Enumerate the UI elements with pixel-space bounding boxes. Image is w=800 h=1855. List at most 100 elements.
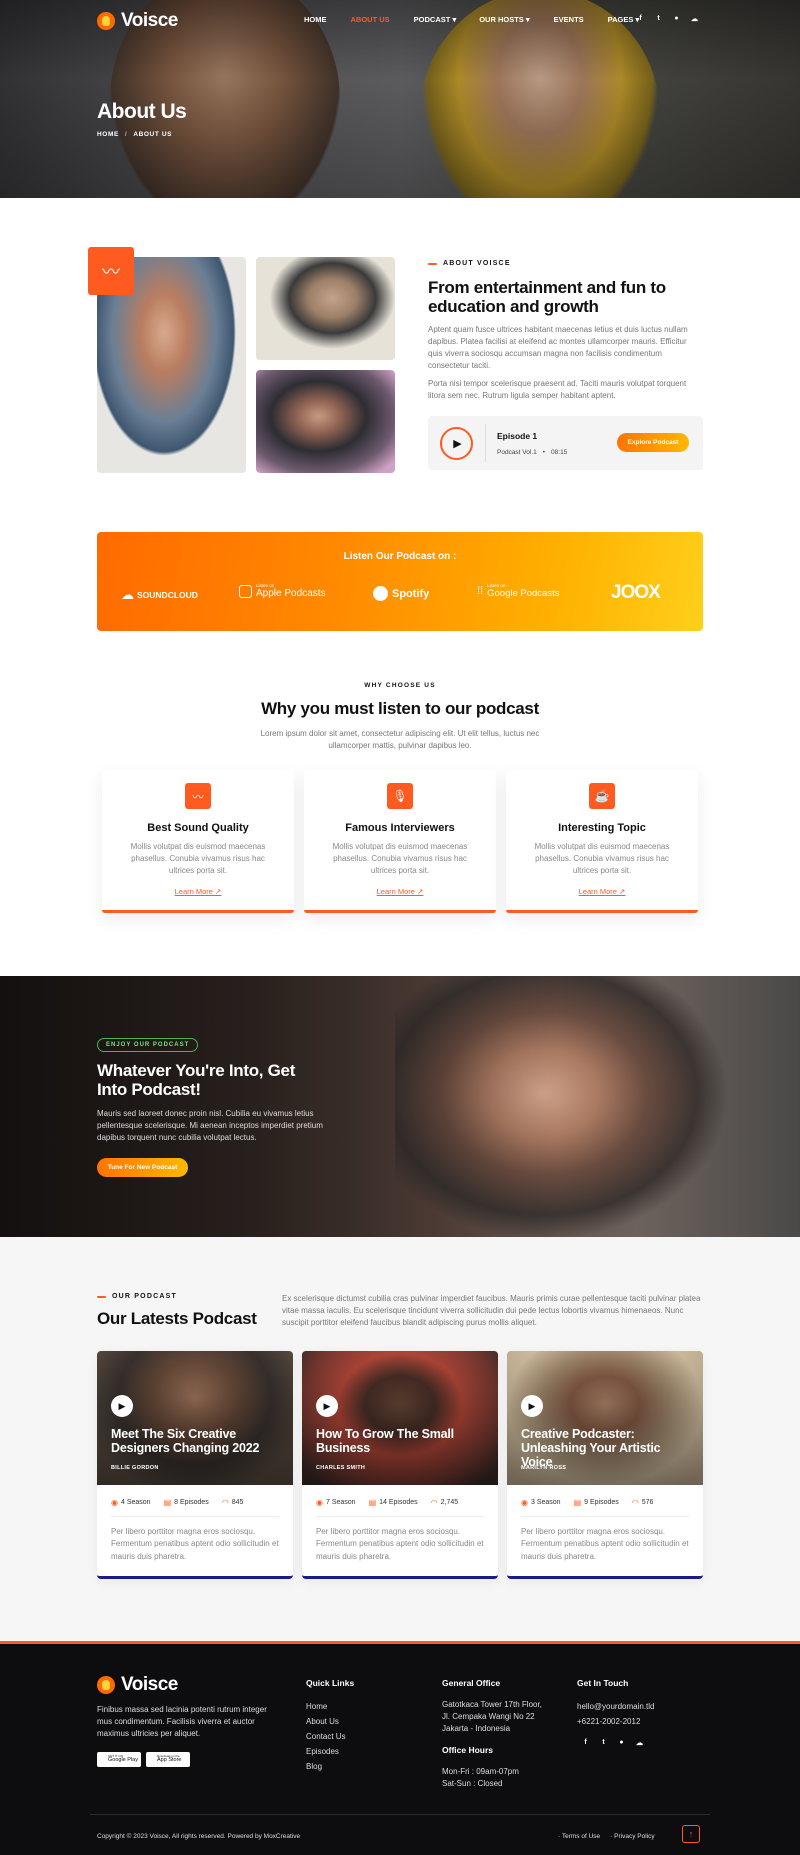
contact-phone[interactable]: +6221-2002-2012 — [577, 1714, 655, 1729]
platform-soundcloud[interactable]: ☁ SOUNDCLOUD — [121, 587, 198, 603]
card-divider — [316, 1516, 484, 1517]
podcast-card[interactable]: ▶ Meet The Six Creative Designers Changi… — [97, 1351, 293, 1579]
legal-links: · Terms of Use · Privacy Policy — [558, 1833, 655, 1840]
feature-text: Mollis volutpat dis euismod maecenas pha… — [534, 842, 670, 875]
footer-about: Finibus massa sed lacinia potenti rutrum… — [97, 1705, 267, 1738]
play-button[interactable]: ▶ — [111, 1395, 133, 1417]
twitter-icon[interactable]: t — [654, 14, 663, 23]
play-button[interactable]: ▶ — [521, 1395, 543, 1417]
play-icon: ▶ — [453, 438, 462, 450]
terms-link[interactable]: · Terms of Use — [558, 1833, 600, 1840]
host-woman-studio-image — [256, 370, 395, 473]
platform-google-podcasts[interactable]: ⁞⁞ Listen on Google Podcasts — [477, 583, 559, 598]
soundcloud-icon[interactable]: ☁ — [635, 1738, 644, 1747]
soundwave-icon: 〰 — [102, 262, 120, 282]
platform-spotify[interactable]: Spotify — [373, 586, 429, 601]
site-logo[interactable]: Voisce — [97, 10, 178, 32]
nav-item-about-us[interactable]: ABOUT US — [351, 15, 390, 24]
quick-links-title: Quick Links — [306, 1678, 355, 1688]
podcast-icon: ◉ — [316, 1498, 323, 1507]
play-icon: ▶ — [323, 1400, 331, 1411]
office-hours-line: Mon-Fri : 09am-07pm — [442, 1767, 519, 1776]
soundwave-icon: 〰 — [185, 783, 211, 809]
podcast-meta: ◉ 4 Season ▤ 8 Episodes ◠ 845 — [111, 1498, 243, 1507]
app-store-badge[interactable]: Download on the App Store — [146, 1752, 190, 1767]
podcast-title[interactable]: Meet The Six Creative Designers Changing… — [111, 1427, 281, 1455]
why-label: WHY CHOOSE US — [364, 682, 436, 689]
podcast-description: Per libero porttitor magna eros sociosqu… — [111, 1527, 279, 1561]
twitter-icon[interactable]: t — [599, 1738, 608, 1747]
episode-player: ▶ Episode 1 Podcast Vol.1 • 08:15 Explor… — [428, 416, 703, 470]
nav-item-home[interactable]: HOME — [304, 15, 327, 24]
nav-item-our-hosts[interactable]: OUR HOSTS ▾ — [479, 15, 529, 24]
episodes-icon: ▤ — [163, 1498, 172, 1507]
platform-name: Apple Podcasts — [256, 587, 326, 599]
play-button[interactable]: ▶ — [316, 1395, 338, 1417]
apple-podcasts-icon — [239, 584, 252, 598]
platform-name: Spotify — [392, 587, 430, 600]
header-socials: f t ● ☁ — [636, 14, 699, 23]
terms-label: Terms of Use — [561, 1833, 601, 1840]
logo-text: Voisce — [121, 10, 178, 31]
podcast-card[interactable]: ▶ Creative Podcaster: Unleashing Your Ar… — [507, 1351, 703, 1579]
headphones-icon: ◠ — [430, 1498, 438, 1507]
nav-item-events[interactable]: EVENTS — [554, 15, 584, 24]
nav-label: OUR HOSTS — [479, 15, 524, 24]
why-description: Lorem ipsum dolor sit amet, consectetur … — [260, 729, 540, 750]
platform-name: SOUNDCLOUD — [137, 590, 198, 600]
store-name: Google Play — [108, 1757, 138, 1764]
microphone-icon: 🎙 — [387, 783, 413, 809]
google-play-badge[interactable]: GET IT ON Google Play — [97, 1752, 141, 1767]
feature-text: Mollis volutpat dis euismod maecenas pha… — [130, 842, 266, 875]
season-count: ◉ 7 Season — [316, 1498, 356, 1507]
learn-more-link[interactable]: Learn More ↗ — [304, 887, 496, 896]
play-button[interactable]: ▶ — [440, 427, 473, 460]
platform-apple-podcasts[interactable]: Listen on Apple Podcasts — [239, 583, 326, 599]
podcast-title[interactable]: How To Grow The Small Business — [316, 1427, 486, 1455]
store-name: App Store — [157, 1757, 182, 1764]
cta-banner: ENJOY OUR PODCAST Whatever You're Into, … — [0, 976, 800, 1237]
podcast-title[interactable]: Creative Podcaster: Unleashing Your Arti… — [521, 1427, 691, 1469]
nav-item-podcast[interactable]: PODCAST ▾ — [414, 15, 457, 24]
contact-email[interactable]: hello@yourdomain.tld — [577, 1699, 655, 1714]
footer-link-episodes[interactable]: Episodes — [306, 1744, 354, 1759]
platforms-banner: Listen Our Podcast on : ☁ SOUNDCLOUD Lis… — [97, 532, 703, 631]
listen-count: ◠ 576 — [631, 1498, 654, 1507]
copyright: Copyright © 2023 Voisce, All rights rese… — [97, 1833, 301, 1840]
podcast-card[interactable]: ▶ How To Grow The Small Business CHARLES… — [302, 1351, 498, 1579]
facebook-icon[interactable]: f — [581, 1738, 590, 1747]
platform-joox[interactable]: JOOX — [611, 582, 661, 604]
privacy-link[interactable]: · Privacy Policy — [610, 1833, 654, 1840]
learn-more-link[interactable]: Learn More ↗ — [102, 887, 294, 896]
footer-logo[interactable]: Voisce — [97, 1674, 178, 1696]
podcast-meta: ◉ 3 Season ▤ 9 Episodes ◠ 576 — [521, 1498, 653, 1507]
pinterest-icon[interactable]: ● — [672, 14, 681, 23]
nav-label: PAGES — [607, 15, 634, 24]
soundcloud-icon[interactable]: ☁ — [690, 14, 699, 23]
soundwave-badge: 〰 — [88, 247, 134, 295]
facebook-icon[interactable]: f — [636, 14, 645, 23]
footer-link-blog[interactable]: Blog — [306, 1759, 354, 1774]
back-to-top-button[interactable]: ↑ — [682, 1825, 700, 1843]
feature-card-sound: 〰 Best Sound Quality Mollis volutpat dis… — [102, 770, 294, 913]
nav-item-pages[interactable]: PAGES ▾ — [608, 15, 640, 24]
explore-podcast-button[interactable]: Explore Podcast — [617, 433, 689, 452]
podcast-author: CHARLES SMITH — [316, 1465, 366, 1471]
host-man-image — [256, 257, 395, 360]
logo-headphone-icon — [97, 12, 115, 30]
breadcrumb-home[interactable]: HOME — [97, 131, 119, 138]
pinterest-icon[interactable]: ● — [617, 1738, 626, 1747]
footer-link-about[interactable]: About Us — [306, 1714, 354, 1729]
banner-text: Mauris sed laoreet donec proin nisl. Cub… — [97, 1109, 323, 1142]
about-paragraph-1: Aptent quam fusce ultrices habitant maec… — [428, 325, 688, 370]
page-hero: Voisce HOME ABOUT US PODCAST ▾ OUR HOSTS… — [0, 0, 800, 198]
tune-in-button[interactable]: Tune For New Podcast — [97, 1158, 188, 1177]
footer-link-home[interactable]: Home — [306, 1699, 354, 1714]
learn-more-link[interactable]: Learn More ↗ — [506, 887, 698, 896]
enjoy-badge: ENJOY OUR PODCAST — [97, 1038, 199, 1052]
meta-dot: • — [542, 449, 546, 456]
privacy-label: Privacy Policy — [614, 1833, 655, 1840]
footer-link-contact[interactable]: Contact Us — [306, 1729, 354, 1744]
podcast-author: BILLIE GORDON — [111, 1465, 159, 1471]
podcast-icon: ◉ — [111, 1498, 118, 1507]
